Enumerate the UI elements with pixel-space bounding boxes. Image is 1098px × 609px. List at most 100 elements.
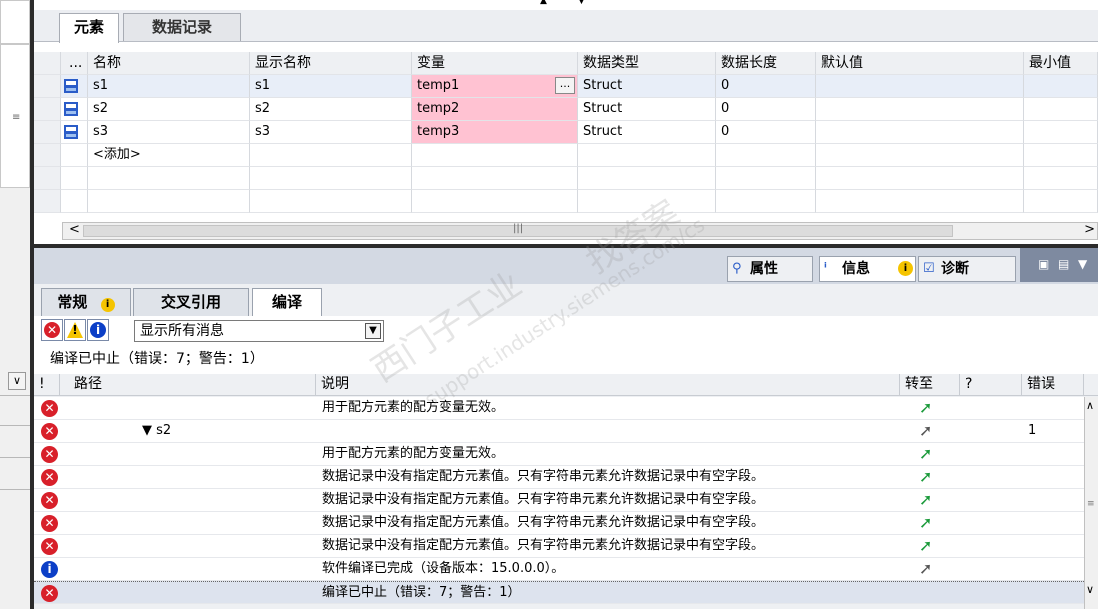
maximize-icon[interactable]: ▤ <box>1058 257 1069 271</box>
error-icon: ✕ <box>41 423 58 440</box>
tab-properties[interactable]: ⚲ 属性 <box>727 256 813 282</box>
row-data-type[interactable]: Struct <box>578 75 716 98</box>
vertical-scrollbar[interactable]: ∧ ≡ ∨ <box>1084 397 1098 609</box>
message-error-count: 1 <box>1028 423 1037 438</box>
filter-warnings-button[interactable]: ! <box>64 319 86 341</box>
message-path[interactable]: ▼ s2 <box>142 420 171 443</box>
column-header-data-type[interactable]: 数据类型 <box>578 52 716 75</box>
table-row[interactable]: s2 s2 temp2 Struct 0 <box>34 98 1098 121</box>
grip-icon: ||| <box>513 223 524 234</box>
properties-icon: ⚲ <box>732 261 742 276</box>
messages-header: ! 路径 说明 转至 ? 错误 <box>34 374 1098 396</box>
collapse-icon[interactable]: ▼ <box>1078 257 1087 271</box>
tab-properties-label: 属性 <box>750 261 778 277</box>
goto-arrow-icon[interactable]: ➚ <box>919 561 932 577</box>
row-name[interactable]: s2 <box>88 98 250 121</box>
scroll-down-icon[interactable]: ∨ <box>1086 583 1094 596</box>
message-description: 数据记录中没有指定配方元素值。只有字符串元素允许数据记录中有空字段。 <box>322 492 765 507</box>
filter-errors-button[interactable]: ✕ <box>41 319 63 341</box>
scroll-left-icon[interactable]: < <box>69 222 80 237</box>
message-description: 编译已中止（错误：7；警告：1） <box>322 585 521 600</box>
goto-arrow-icon[interactable]: ➚ <box>919 400 932 416</box>
tab-diagnostics[interactable]: ☑ 诊断 <box>918 256 1016 282</box>
goto-arrow-icon[interactable]: ➚ <box>919 469 932 485</box>
scroll-right-icon[interactable]: > <box>1084 222 1095 237</box>
error-icon: ✕ <box>41 492 58 509</box>
table-row[interactable]: s3 s3 temp3 Struct 0 <box>34 121 1098 144</box>
row-variable: temp1 <box>417 78 460 93</box>
message-filter-select[interactable]: 显示所有消息 ▼ <box>134 320 384 342</box>
goto-arrow-icon[interactable]: ➚ <box>919 538 932 554</box>
chevron-down-icon[interactable]: ∨ <box>8 372 26 390</box>
message-row[interactable]: ✕ 用于配方元素的配方变量无效。 ➚ <box>34 443 1084 466</box>
message-row[interactable]: ✕ 数据记录中没有指定配方元素值。只有字符串元素允许数据记录中有空字段。 ➚ <box>34 535 1084 558</box>
message-row[interactable]: i 软件编译已完成（设备版本：15.0.0.0）。 ➚ <box>34 558 1084 581</box>
column-header: ... <box>61 52 88 75</box>
message-row[interactable]: ✕ 数据记录中没有指定配方元素值。只有字符串元素允许数据记录中有空字段。 ➚ <box>34 512 1084 535</box>
column-header-min[interactable]: 最小值 <box>1024 52 1098 75</box>
table-row-empty <box>34 190 1098 213</box>
row-display-name[interactable]: s2 <box>250 98 412 121</box>
float-window-icon[interactable]: ▣ <box>1038 257 1049 271</box>
row-variable[interactable]: temp2 <box>412 98 578 121</box>
row-display-name[interactable]: s1 <box>250 75 412 98</box>
table-row-add[interactable]: <添加> <box>34 144 1098 167</box>
message-row[interactable]: ✕ 用于配方元素的配方变量无效。 ➚ <box>34 397 1084 420</box>
browse-button[interactable]: ... <box>555 77 575 94</box>
table-row[interactable]: s1 s1 temp1 ... Struct 0 <box>34 75 1098 98</box>
goto-arrow-icon[interactable]: ➚ <box>919 515 932 531</box>
error-icon: ✕ <box>41 585 58 602</box>
column-header-description[interactable]: 说明 <box>316 374 900 396</box>
column-header-goto[interactable]: 转至 <box>900 374 960 396</box>
info-badge-icon: i <box>100 298 115 312</box>
column-header-variable[interactable]: 变量 <box>412 52 578 75</box>
scroll-up-icon[interactable]: ∧ <box>1086 399 1094 412</box>
error-icon: ✕ <box>41 400 58 417</box>
message-row[interactable]: ✕ 数据记录中没有指定配方元素值。只有字符串元素允许数据记录中有空字段。 ➚ <box>34 466 1084 489</box>
recipe-element-icon <box>64 102 78 116</box>
compile-status: 编译已中止（错误：7；警告：1） <box>34 346 1098 374</box>
splitter-arrows[interactable]: ▲ ▼ <box>540 0 600 8</box>
horizontal-scrollbar[interactable]: < ||| > <box>62 222 1098 240</box>
left-panel-divider <box>0 489 34 490</box>
tab-cross-reference[interactable]: 交叉引用 <box>133 288 249 316</box>
row-name[interactable]: s1 <box>88 75 250 98</box>
column-header-name[interactable]: 名称 <box>88 52 250 75</box>
column-header-severity[interactable]: ! <box>34 374 60 396</box>
goto-arrow-icon[interactable]: ➚ <box>919 446 932 462</box>
message-row[interactable]: ✕ 数据记录中没有指定配方元素值。只有字符串元素允许数据记录中有空字段。 ➚ <box>34 489 1084 512</box>
row-data-type[interactable]: Struct <box>578 98 716 121</box>
tab-general[interactable]: 常规 i <box>41 288 131 316</box>
tab-compile[interactable]: 编译 <box>252 288 322 318</box>
filter-info-button[interactable]: i <box>87 319 109 341</box>
column-header-data-length[interactable]: 数据长度 <box>716 52 816 75</box>
row-variable[interactable]: temp3 <box>412 121 578 144</box>
column-header-errors[interactable]: 错误 <box>1022 374 1084 396</box>
grip-icon[interactable]: ≡ <box>12 112 20 123</box>
add-row-label[interactable]: <添加> <box>88 144 250 167</box>
row-data-length[interactable]: 0 <box>716 75 816 98</box>
column-header-help[interactable]: ? <box>960 374 1022 396</box>
left-panel-strip: ≡ ∨ <box>0 0 34 609</box>
row-data-type[interactable]: Struct <box>578 121 716 144</box>
tab-elements[interactable]: 元素 <box>59 13 119 43</box>
recipe-element-icon <box>64 79 78 93</box>
row-data-length[interactable]: 0 <box>716 98 816 121</box>
row-display-name[interactable]: s3 <box>250 121 412 144</box>
column-header-default[interactable]: 默认值 <box>816 52 1024 75</box>
row-variable-cell[interactable]: temp1 ... <box>412 75 578 98</box>
row-data-length[interactable]: 0 <box>716 121 816 144</box>
message-row-selected[interactable]: ✕ 编译已中止（错误：7；警告：1） <box>34 581 1084 604</box>
tab-data-records[interactable]: 数据记录 <box>123 13 241 41</box>
chevron-down-icon[interactable]: ▼ <box>365 323 381 339</box>
error-icon: ✕ <box>41 469 58 486</box>
goto-arrow-icon[interactable]: ➚ <box>919 423 932 439</box>
row-name[interactable]: s3 <box>88 121 250 144</box>
left-panel-divider <box>0 457 34 458</box>
tab-info[interactable]: ⁱ 信息 i <box>819 256 916 282</box>
column-header-display-name[interactable]: 显示名称 <box>250 52 412 75</box>
column-header-path[interactable]: 路径 <box>60 374 316 396</box>
message-description: 数据记录中没有指定配方元素值。只有字符串元素允许数据记录中有空字段。 <box>322 469 765 484</box>
message-row[interactable]: ✕ ▼ s2 ➚ 1 <box>34 420 1084 443</box>
goto-arrow-icon[interactable]: ➚ <box>919 492 932 508</box>
